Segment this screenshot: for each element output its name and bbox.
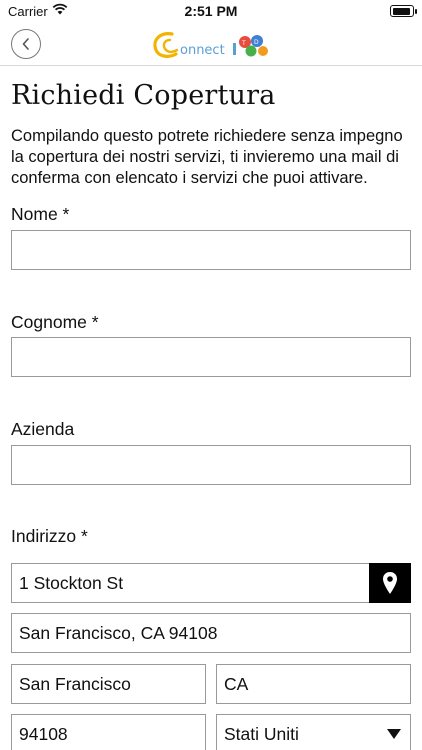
- locate-button[interactable]: [369, 563, 411, 603]
- status-bar: Carrier 2:51 PM: [0, 0, 422, 24]
- azienda-label: Azienda: [11, 419, 75, 439]
- city-input[interactable]: San Francisco: [11, 664, 206, 704]
- status-time: 2:51 PM: [184, 3, 238, 19]
- street-input[interactable]: 1 Stockton St: [11, 563, 371, 603]
- indirizzo-label: Indirizzo *: [11, 526, 88, 546]
- intro-text: Compilando questo potrete richiedere sen…: [11, 127, 403, 187]
- nav-bar: onnect T D: [0, 24, 422, 66]
- battery-icon: [390, 5, 417, 17]
- map-pin-icon: [383, 572, 397, 594]
- full-address-input[interactable]: San Francisco, CA 94108: [11, 613, 411, 653]
- svg-text:T: T: [241, 40, 246, 47]
- chevron-left-icon: [22, 38, 29, 50]
- country-value: Stati Uniti: [224, 723, 299, 744]
- azienda-input[interactable]: [11, 445, 411, 485]
- back-button[interactable]: [11, 29, 41, 59]
- nome-label: Nome *: [11, 204, 70, 224]
- logo-text: onnect: [180, 43, 225, 58]
- battery-level: [392, 7, 410, 15]
- cognome-input[interactable]: [11, 337, 411, 377]
- nome-input[interactable]: [11, 230, 411, 270]
- svg-text:D: D: [254, 39, 259, 46]
- page-title: Richiedi Copertura: [11, 80, 276, 111]
- country-select[interactable]: Stati Uniti: [216, 714, 411, 750]
- logo-swoosh: [153, 32, 178, 58]
- zip-input[interactable]: 94108: [11, 714, 206, 750]
- connect-logo: onnect T D: [150, 26, 274, 64]
- cognome-label: Cognome *: [11, 312, 99, 332]
- state-input[interactable]: CA: [216, 664, 411, 704]
- dropdown-arrow-icon: [387, 729, 401, 739]
